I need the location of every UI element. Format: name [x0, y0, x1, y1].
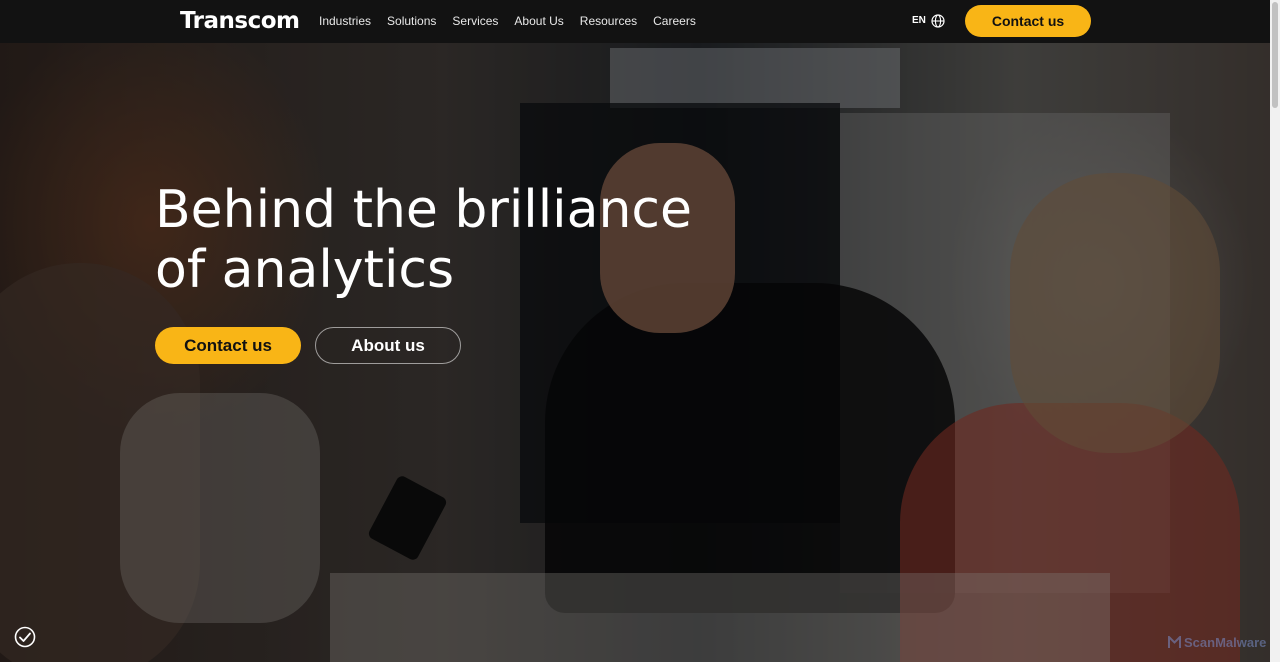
nav-resources[interactable]: Resources: [580, 13, 637, 29]
nav-industries[interactable]: Industries: [319, 13, 371, 29]
site-header: Transcom Industries Solutions Services A…: [0, 0, 1270, 43]
hero-contact-button[interactable]: Contact us: [155, 327, 301, 364]
nav-about-us[interactable]: About Us: [514, 13, 563, 29]
nav-solutions[interactable]: Solutions: [387, 13, 436, 29]
scanmalware-logo-icon: [1168, 636, 1181, 648]
hero-section: Behind the brilliance of analytics Conta…: [0, 43, 1270, 662]
nav-careers[interactable]: Careers: [653, 13, 696, 29]
watermark-text: ScanMalware: [1184, 635, 1267, 650]
hero-title: Behind the brilliance of analytics: [155, 180, 693, 300]
cookie-settings-icon[interactable]: [14, 626, 36, 648]
transcom-logo[interactable]: Transcom: [180, 7, 300, 35]
header-contact-button[interactable]: Contact us: [965, 5, 1091, 37]
page-scrollbar[interactable]: [1270, 0, 1280, 662]
hero-about-button[interactable]: About us: [315, 327, 461, 364]
scanmalware-watermark: ScanMalware: [1168, 635, 1266, 650]
main-nav: Industries Solutions Services About Us R…: [319, 13, 696, 29]
scrollbar-thumb[interactable]: [1272, 2, 1278, 108]
globe-icon[interactable]: [931, 14, 945, 28]
language-selector[interactable]: EN: [912, 15, 926, 27]
nav-services[interactable]: Services: [452, 13, 498, 29]
